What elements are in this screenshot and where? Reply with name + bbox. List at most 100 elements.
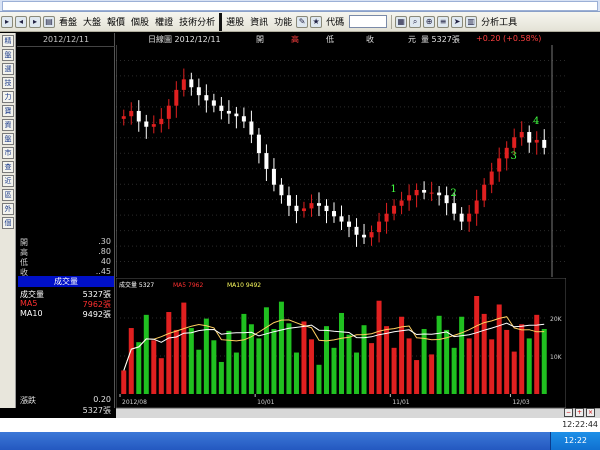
star-icon[interactable]: ★	[310, 15, 323, 28]
candle-body	[181, 79, 186, 90]
zoom-icon[interactable]: ⊕	[423, 15, 436, 28]
menu-zixun[interactable]: 資訊	[247, 15, 271, 28]
candle-body	[144, 121, 149, 127]
wave-annotation: 1	[390, 184, 396, 195]
volume-bar	[436, 315, 442, 394]
cursor-icon[interactable]: ➤	[451, 15, 464, 28]
menu-gegu[interactable]: 個股	[128, 15, 152, 28]
nav-btn-9[interactable]: 查	[2, 161, 14, 173]
menu-gongneng[interactable]: 功能	[271, 15, 295, 28]
horizontal-scrollbar[interactable]	[116, 408, 600, 418]
forward-icon[interactable]: ▸	[29, 15, 41, 28]
nav-btn-7[interactable]: 盤	[2, 133, 14, 145]
volume-bar	[196, 349, 202, 394]
candle-body	[286, 195, 291, 206]
menu-kanpan[interactable]: 看盤	[56, 15, 80, 28]
nav-btn-10[interactable]: 近	[2, 175, 14, 187]
zoom-out-icon[interactable]: −	[564, 408, 573, 417]
candle-body	[459, 213, 464, 222]
volume-bar	[308, 339, 314, 394]
header-change: +0.20 (+0.58%)	[476, 34, 542, 43]
candle-body	[437, 192, 442, 196]
total-volume-row: 5327張	[19, 405, 113, 415]
chart-title: 日線圖 2012/12/11	[148, 35, 221, 44]
volume-bar	[241, 313, 247, 394]
menu-dapan[interactable]: 大盤	[80, 15, 104, 28]
change-row: 漲跌 0.20	[19, 395, 113, 405]
x-tick-label: 10/01	[257, 399, 274, 406]
volume-bar	[158, 358, 164, 394]
quote-low: 低 40	[19, 257, 113, 267]
print-icon[interactable]: ▤	[43, 15, 55, 28]
nav-btn-3[interactable]: 技	[2, 77, 14, 89]
menu-baojia[interactable]: 報價	[104, 15, 128, 28]
candle-body	[256, 134, 261, 154]
candle-body	[294, 205, 299, 212]
candle-body	[196, 87, 201, 96]
nav-btn-4[interactable]: 力	[2, 91, 14, 103]
candle-body	[151, 124, 156, 127]
ma10-value: 9492張	[82, 310, 111, 319]
menu-xuangu[interactable]: 選股	[223, 15, 247, 28]
volume-bar	[278, 301, 284, 394]
nav-btn-6[interactable]: 資	[2, 119, 14, 131]
back-icon[interactable]: ◂	[15, 15, 27, 28]
nav-btn-12[interactable]: 外	[2, 203, 14, 215]
zoom-in-icon[interactable]: +	[575, 408, 584, 417]
code-input[interactable]	[349, 15, 388, 28]
nav-btn-11[interactable]: 區	[2, 189, 14, 201]
taskbar	[0, 432, 600, 450]
volume-bar	[173, 329, 179, 394]
total-volume-value: 5327張	[82, 406, 111, 415]
grid-icon[interactable]: ▦	[395, 15, 408, 28]
nav-btn-1[interactable]: 盤	[2, 49, 14, 61]
tray-clock[interactable]: 12:22	[550, 432, 600, 450]
candle-body	[226, 110, 231, 114]
analysis-icon[interactable]: ▥	[465, 15, 478, 28]
left-nav: 精 盤 選 技 力 寶 資 盤 市 查 近 區 外 個	[0, 33, 16, 408]
menu-quanzheng[interactable]: 權證	[152, 15, 176, 28]
start-icon[interactable]: ▸	[1, 15, 13, 28]
volume-bar	[451, 347, 457, 394]
nav-btn-0[interactable]: 精	[2, 35, 14, 47]
volume-chart[interactable]: 成交量 5327 MA5 7962 MA10 9492 20K 10K 2012/08 10…	[116, 278, 566, 408]
volume-tick-label: 10K	[550, 354, 563, 361]
volume-bar	[391, 347, 397, 394]
nav-btn-5[interactable]: 寶	[2, 105, 14, 117]
volume-bar	[384, 326, 390, 394]
candle-body	[467, 213, 472, 222]
price-chart[interactable]: 1 2 3 4	[116, 45, 566, 277]
volume-tick-label: 20K	[550, 316, 563, 323]
pen-icon[interactable]: ✎	[296, 15, 309, 28]
list-icon[interactable]: ≡	[437, 15, 450, 28]
candle-body	[316, 203, 321, 206]
candle-body	[422, 189, 427, 193]
candle-body	[332, 211, 336, 217]
x-tick-label: 2012/08	[122, 399, 147, 406]
address-field[interactable]	[2, 1, 598, 11]
reset-icon[interactable]: ×	[586, 408, 595, 417]
volume-bar	[188, 328, 194, 394]
header-high-label: 高	[291, 35, 299, 44]
quote-high-value: .80	[98, 247, 111, 256]
candle-body	[219, 105, 224, 111]
nav-btn-2[interactable]: 選	[2, 63, 14, 75]
volume-bar	[136, 342, 142, 394]
search-icon[interactable]: ⌕	[409, 15, 422, 28]
nav-btn-13[interactable]: 個	[2, 217, 14, 229]
candle-body	[211, 100, 216, 106]
title-bar	[0, 0, 600, 12]
menu-jishu[interactable]: 技術分析	[176, 15, 218, 28]
candle-body	[407, 195, 412, 201]
menu-analysis-tools[interactable]: 分析工具	[478, 15, 520, 28]
toolbar-grip[interactable]	[219, 12, 223, 31]
volume-series-label: 成交量 5327	[119, 281, 154, 289]
volume-bar	[399, 316, 405, 394]
nav-btn-8[interactable]: 市	[2, 147, 14, 159]
quote-open-value: .30	[98, 237, 111, 246]
candle-body	[234, 113, 239, 117]
volume-bar	[128, 328, 134, 394]
volume-bar	[466, 338, 472, 394]
code-label: 代碼	[326, 18, 345, 28]
volume-bar	[346, 334, 352, 394]
